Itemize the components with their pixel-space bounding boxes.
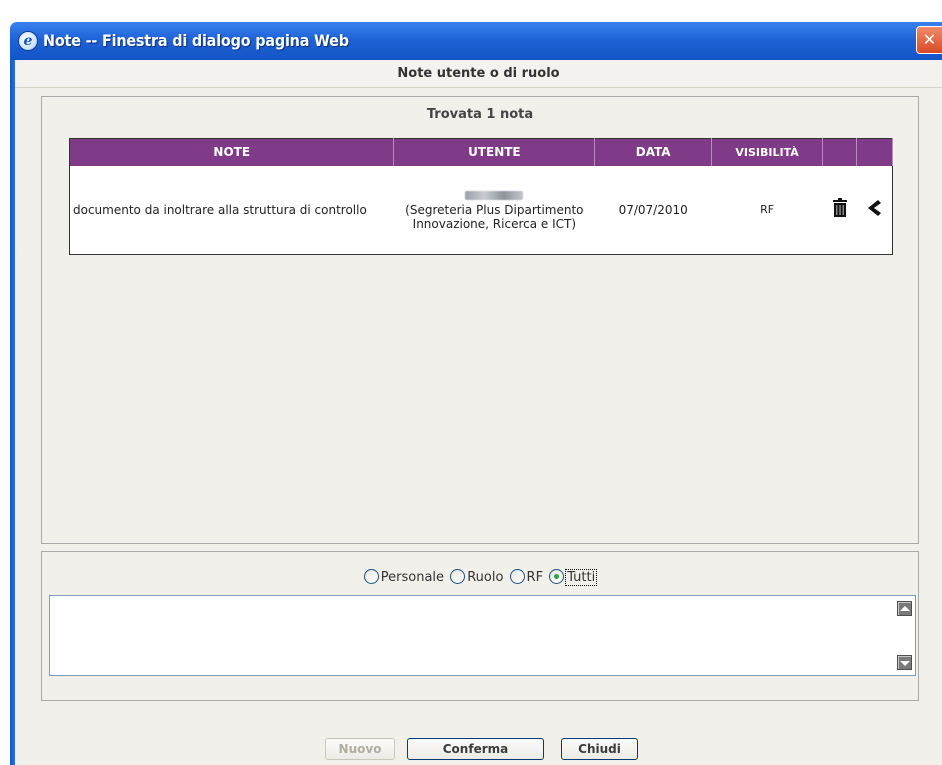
new-button[interactable]: Nuovo [325,738,395,760]
window-title: Note -- Finestra di dialogo pagina Web [43,31,349,50]
ie-icon: e [18,31,38,51]
table-header-row: NOTE UTENTE DATA VISIBILITÀ [69,138,893,166]
note-user: (Segreteria Plus Dipartimento Innovazion… [394,166,595,255]
radio-label: RF [526,570,544,585]
table-row[interactable]: documento da inoltrare alla struttura di… [70,166,893,255]
note-user-detail: (Segreteria Plus Dipartimento Innovazion… [405,202,584,231]
back-arrow-icon[interactable] [865,198,883,218]
radio-button[interactable] [363,569,379,584]
radio-label: Tutti [565,569,598,586]
radio-label: Ruolo [467,570,504,585]
edit-panel: Personale Ruolo RF Tutti [41,551,919,701]
found-count-text: Trovata 1 nota [426,107,534,122]
scroll-down-button[interactable] [897,655,912,670]
scroll-up-button[interactable] [897,601,912,616]
close-window-button[interactable]: ✕ [916,26,942,54]
dialog-client: Note utente o di ruolo Trovata 1 nota NO… [15,60,942,765]
column-header-visibility: VISIBILITÀ [711,138,824,166]
notes-panel: Trovata 1 nota NOTE UTENTE DATA VISIBILI… [41,96,919,544]
trash-icon[interactable] [832,198,848,218]
radio-tutti[interactable]: Tutti [549,569,598,586]
window-titlebar: e Note -- Finestra di dialogo pagina Web… [10,22,942,60]
note-textarea[interactable] [49,595,916,676]
close-button[interactable]: Chiudi [561,738,638,760]
column-header-date: DATA [594,138,713,166]
select-note-button[interactable] [857,166,893,255]
column-header-user: UTENTE [393,138,596,166]
arrow-up-icon [900,606,910,611]
column-header-select [856,138,893,166]
notes-table: NOTE UTENTE DATA VISIBILITÀ documento da… [69,138,893,255]
note-date: 07/07/2010 [618,202,688,217]
note-visibility: RF [760,203,775,217]
visibility-radio-group: Personale Ruolo RF Tutti [42,569,918,586]
arrow-down-icon [900,661,910,666]
radio-personale[interactable]: Personale [363,569,445,585]
radio-button[interactable] [450,569,466,584]
note-text: documento da inoltrare alla struttura di… [73,202,367,217]
radio-label: Personale [380,570,445,585]
button-row: Nuovo Conferma Chiudi [15,738,942,763]
radio-button[interactable] [509,569,525,584]
radio-rf[interactable]: RF [509,569,544,585]
dialog-header: Note utente o di ruolo [15,60,942,88]
radio-button-checked[interactable] [549,569,565,584]
confirm-button[interactable]: Conferma [407,738,544,760]
redacted-username [465,190,524,200]
column-header-note: NOTE [69,138,395,166]
column-header-delete [822,138,857,166]
radio-ruolo[interactable]: Ruolo [450,569,504,585]
delete-note-button[interactable] [823,166,857,255]
